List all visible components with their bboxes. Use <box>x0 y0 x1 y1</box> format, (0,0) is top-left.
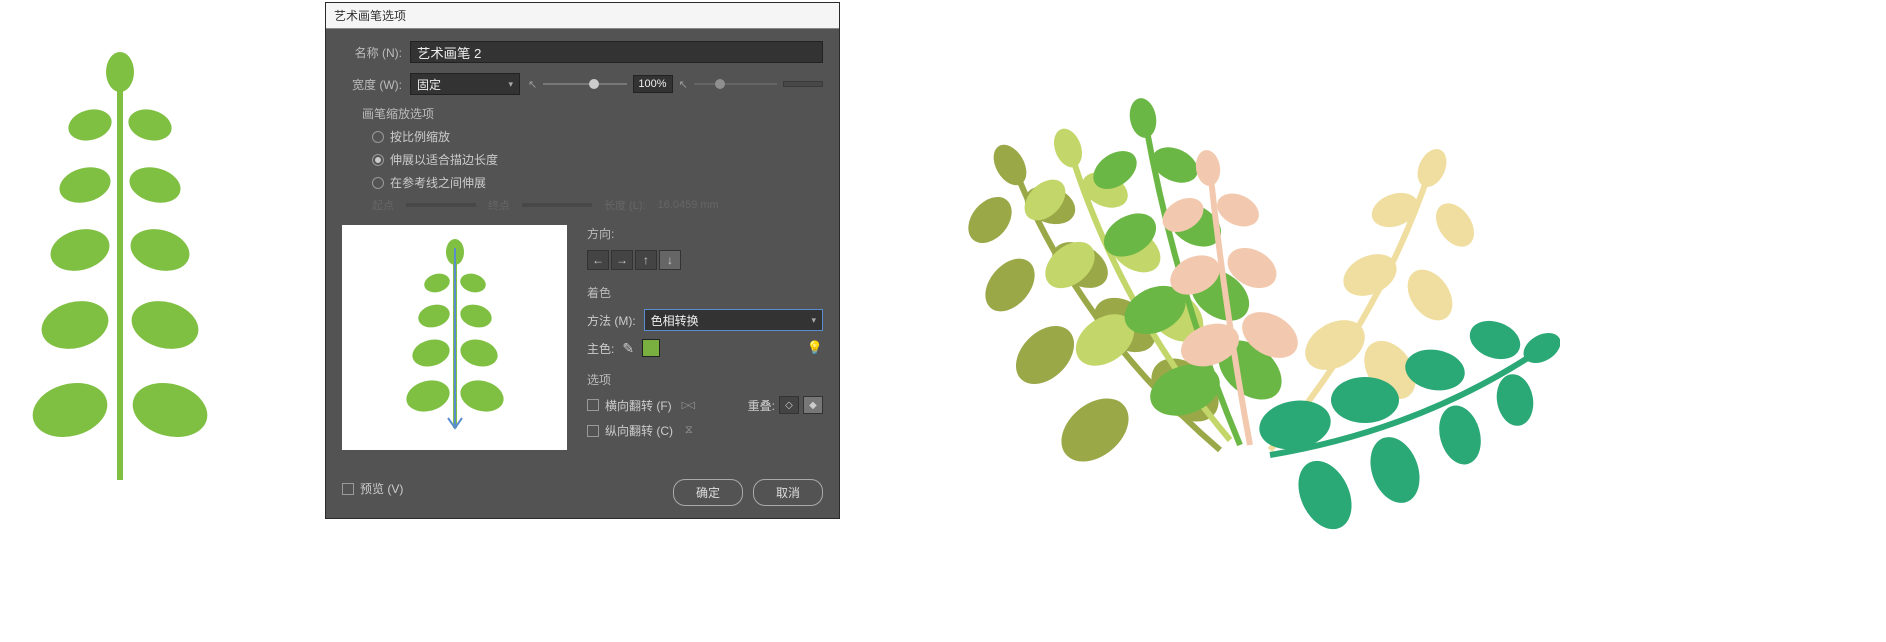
overlap-on-button[interactable]: ◆ <box>803 396 823 414</box>
dialog-titlebar[interactable]: 艺术画笔选项 <box>326 3 839 29</box>
left-plant-illustration <box>30 50 210 480</box>
options-label: 选项 <box>587 371 823 388</box>
slider-left-icon: ↖ <box>528 78 537 91</box>
overlap-off-button[interactable]: ◇ <box>779 396 799 414</box>
flip-horizontal-checkbox[interactable] <box>587 399 599 411</box>
colorize-method-select[interactable]: 色相转换 ▾ <box>644 309 823 331</box>
slider-right-icon: ↖ <box>679 78 688 91</box>
keycolor-swatch[interactable] <box>642 339 660 357</box>
keycolor-label: 主色: <box>587 340 614 357</box>
preview-checkbox[interactable] <box>342 483 354 495</box>
direction-left-button[interactable]: ← <box>587 250 609 270</box>
colorize-label: 着色 <box>587 284 823 301</box>
name-label: 名称 (N): <box>342 44 402 61</box>
ok-button[interactable]: 确定 <box>673 479 743 506</box>
overlap-label: 重叠: <box>748 397 775 414</box>
art-brush-options-dialog: 艺术画笔选项 名称 (N): 宽度 (W): 固定 ▾ ↖ 100% ↖ <box>325 2 840 519</box>
width-slider-2 <box>694 83 777 85</box>
flip-vertical-checkbox[interactable] <box>587 425 599 437</box>
preview-label: 预览 (V) <box>360 480 403 497</box>
width-value-2 <box>783 81 823 87</box>
flip-v-icon: ⧖ <box>685 424 693 437</box>
method-label: 方法 (M): <box>587 312 636 329</box>
radio-label: 按比例缩放 <box>390 128 450 145</box>
radio-label: 伸展以适合描边长度 <box>390 151 498 168</box>
radio-stretch-fit[interactable] <box>372 154 384 166</box>
width-value-input[interactable]: 100% <box>633 75 673 93</box>
dialog-title: 艺术画笔选项 <box>334 9 406 23</box>
chevron-down-icon: ▾ <box>508 79 513 90</box>
flip-h-label: 横向翻转 (F) <box>605 397 672 414</box>
direction-label: 方向: <box>587 225 823 242</box>
radio-stretch-guides[interactable] <box>372 177 384 189</box>
right-bouquet-illustration <box>920 50 1560 550</box>
direction-down-button[interactable]: ↓ <box>659 250 681 270</box>
tip-icon[interactable]: 💡 <box>807 340 823 356</box>
cancel-button[interactable]: 取消 <box>753 479 823 506</box>
direction-up-button[interactable]: ↑ <box>635 250 657 270</box>
radio-scale-proportional[interactable] <box>372 131 384 143</box>
width-label: 宽度 (W): <box>342 76 402 93</box>
width-mode-select[interactable]: 固定 ▾ <box>410 73 520 95</box>
flip-h-icon: ▷◁ <box>682 400 693 411</box>
radio-label: 在参考线之间伸展 <box>390 174 486 191</box>
eyedropper-icon[interactable]: ✎ <box>622 340 634 357</box>
brush-preview <box>342 225 567 450</box>
flip-v-label: 纵向翻转 (C) <box>605 422 673 439</box>
scale-section-title: 画笔缩放选项 <box>362 105 823 122</box>
direction-right-button[interactable]: → <box>611 250 633 270</box>
guide-range-disabled: 起点 终点 长度 (L): 16.0459 mm <box>372 197 823 213</box>
chevron-down-icon: ▾ <box>811 315 816 326</box>
brush-name-input[interactable] <box>410 41 823 63</box>
width-slider[interactable] <box>543 83 626 85</box>
